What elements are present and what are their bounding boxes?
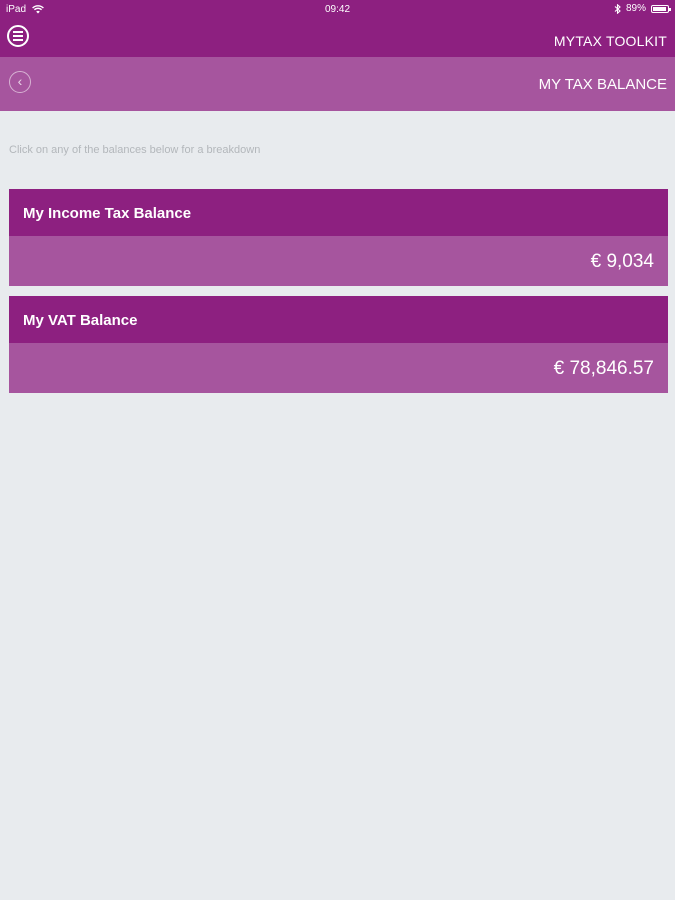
- income-tax-balance-label: My Income Tax Balance: [9, 189, 668, 236]
- battery-icon: [651, 4, 671, 13]
- menu-line: [13, 35, 23, 37]
- menu-icon[interactable]: [7, 25, 29, 47]
- menu-line: [13, 31, 23, 33]
- app-title: MYTAX TOOLKIT: [553, 33, 667, 49]
- battery-percent: 89%: [625, 3, 646, 14]
- status-bar-right: 89%: [614, 3, 671, 14]
- income-tax-balance-card[interactable]: My Income Tax Balance € 9,034: [9, 189, 668, 286]
- battery-fill: [653, 6, 666, 11]
- status-bar: iPad 09:42 89%: [0, 0, 675, 20]
- bluetooth-icon: [614, 3, 621, 14]
- page-title: MY TAX BALANCE: [538, 76, 667, 93]
- breakdown-hint: Click on any of the balances below for a…: [9, 144, 261, 156]
- vat-balance-amount: € 78,846.57: [9, 343, 668, 393]
- income-tax-balance-amount: € 9,034: [9, 236, 668, 286]
- status-time: 09:42: [324, 4, 351, 15]
- vat-balance-card[interactable]: My VAT Balance € 78,846.57: [9, 296, 668, 393]
- menu-line: [13, 39, 23, 41]
- sub-header: ‹ MY TAX BALANCE: [0, 57, 675, 111]
- vat-balance-label: My VAT Balance: [9, 296, 668, 343]
- back-icon[interactable]: ‹: [9, 71, 31, 93]
- app-header: MYTAX TOOLKIT: [0, 20, 675, 57]
